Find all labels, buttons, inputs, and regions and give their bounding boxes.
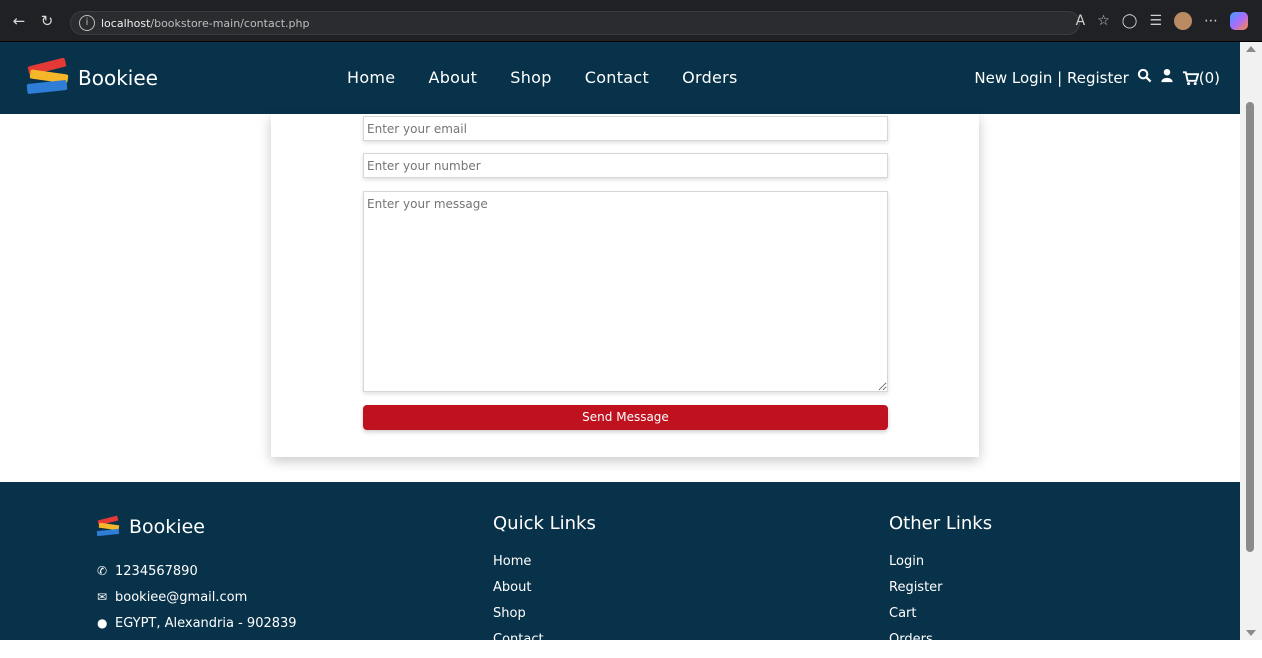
search-icon[interactable] xyxy=(1137,68,1152,87)
profile-avatar-icon[interactable] xyxy=(1174,12,1192,30)
footer-link-cart[interactable]: Cart xyxy=(889,606,943,632)
back-arrow-icon[interactable]: ← xyxy=(10,12,28,30)
site-footer: Bookiee ✆ 1234567890 ✉ bookiee@gmail.com… xyxy=(0,482,1240,647)
cart-icon xyxy=(1182,70,1199,85)
page-scrollbar[interactable] xyxy=(1240,42,1262,640)
send-message-button[interactable]: Send Message xyxy=(363,405,888,430)
envelope-icon: ✉ xyxy=(97,590,108,604)
auth-links: New Login | Register xyxy=(974,69,1128,87)
books-logo-icon xyxy=(96,515,121,538)
map-marker-icon: ● xyxy=(97,616,108,630)
register-link[interactable]: Register xyxy=(1067,69,1129,87)
quick-links-list: Home About Shop Contact xyxy=(493,554,544,658)
email-text: bookiee@gmail.com xyxy=(115,589,248,605)
auth-separator: | xyxy=(1057,68,1063,87)
refresh-icon[interactable]: ↻ xyxy=(38,12,56,30)
scrollbar-thumb[interactable] xyxy=(1246,102,1254,552)
phone-icon: ✆ xyxy=(97,564,108,578)
read-aloud-icon[interactable]: A xyxy=(1076,12,1086,30)
new-label: New xyxy=(974,68,1008,87)
cart-count: (0) xyxy=(1198,68,1220,87)
footer-link-about[interactable]: About xyxy=(493,580,544,606)
brand-name: Bookiee xyxy=(78,66,158,90)
footer-phone: ✆ 1234567890 xyxy=(97,558,297,584)
cart-button[interactable]: (0) xyxy=(1182,69,1220,87)
address-text: EGYPT, Alexandria - 902839 xyxy=(115,615,297,631)
footer-link-contact[interactable]: Contact xyxy=(493,632,544,658)
favorites-list-icon[interactable]: ☰ xyxy=(1149,12,1162,30)
books-logo-icon xyxy=(26,57,72,98)
extensions-icon[interactable]: ◯ xyxy=(1122,12,1138,30)
browser-actions: A ☆ ◯ ☰ ⋯ xyxy=(1076,12,1248,30)
footer-email: ✉ bookiee@gmail.com xyxy=(97,584,297,610)
email-field[interactable] xyxy=(363,116,888,141)
nav-about[interactable]: About xyxy=(428,68,477,87)
footer-link-login[interactable]: Login xyxy=(889,554,943,580)
url-text: localhost/bookstore-main/contact.php xyxy=(101,17,310,30)
copilot-icon[interactable] xyxy=(1230,12,1248,30)
main-nav: Home About Shop Contact Orders xyxy=(347,68,738,87)
brand-logo-link[interactable]: Bookiee xyxy=(26,54,158,102)
footer-brand: Bookiee xyxy=(96,515,205,538)
more-menu-icon[interactable]: ⋯ xyxy=(1204,12,1218,30)
message-field[interactable] xyxy=(363,191,888,392)
address-bar[interactable]: i localhost/bookstore-main/contact.php xyxy=(70,11,1080,35)
footer-link-register[interactable]: Register xyxy=(889,580,943,606)
number-field[interactable] xyxy=(363,153,888,178)
footer-address: ● EGYPT, Alexandria - 902839 xyxy=(97,610,297,636)
header-actions: New Login | Register (0) xyxy=(974,68,1220,87)
scroll-up-arrow-icon[interactable] xyxy=(1246,46,1256,52)
login-link[interactable]: Login xyxy=(1012,69,1052,87)
browser-toolbar: ← ↻ i localhost/bookstore-main/contact.p… xyxy=(0,0,1262,42)
footer-link-orders[interactable]: Orders xyxy=(889,632,943,658)
footer-link-home[interactable]: Home xyxy=(493,554,544,580)
phone-text: 1234567890 xyxy=(115,563,198,579)
favorite-star-icon[interactable]: ☆ xyxy=(1097,12,1110,30)
contact-form-card: Send Message xyxy=(271,114,979,457)
footer-link-shop[interactable]: Shop xyxy=(493,606,544,632)
quick-links-title: Quick Links xyxy=(493,513,596,534)
info-icon[interactable]: i xyxy=(79,15,95,31)
nav-orders[interactable]: Orders xyxy=(682,68,738,87)
footer-contact-list: ✆ 1234567890 ✉ bookiee@gmail.com ● EGYPT… xyxy=(97,558,297,636)
other-links-list: Login Register Cart Orders xyxy=(889,554,943,658)
nav-home[interactable]: Home xyxy=(347,68,395,87)
user-icon[interactable] xyxy=(1160,68,1174,87)
footer-brand-name: Bookiee xyxy=(129,516,205,538)
other-links-title: Other Links xyxy=(889,513,993,534)
site-header: Bookiee Home About Shop Contact Orders N… xyxy=(0,42,1240,114)
scroll-down-arrow-icon[interactable] xyxy=(1246,630,1256,636)
nav-shop[interactable]: Shop xyxy=(510,68,551,87)
nav-contact[interactable]: Contact xyxy=(585,68,649,87)
